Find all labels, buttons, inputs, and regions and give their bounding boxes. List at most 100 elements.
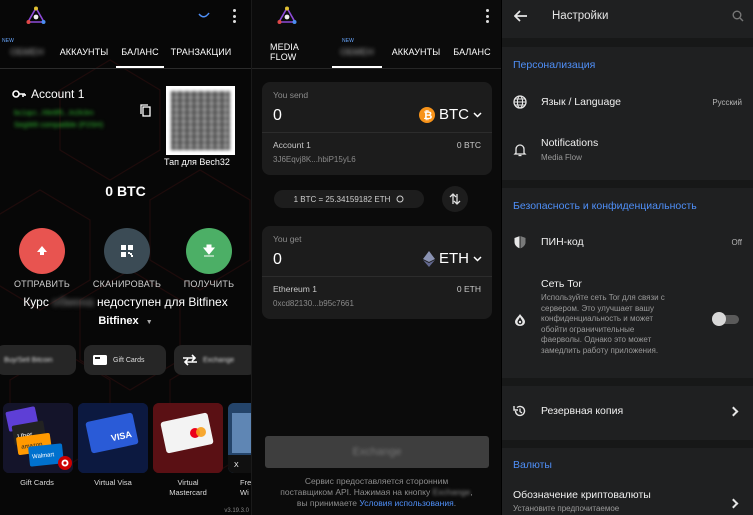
new-badge: NEW — [342, 38, 354, 44]
globe-icon — [513, 95, 527, 109]
tor-desc-line-5: фаерволы. Однако это может — [541, 335, 652, 344]
qr-code-image — [171, 91, 230, 150]
wallet-balance-screen: NEW ОБМЕН АККАУНТЫ БАЛАНС ТРАНЗАКЦИИ Acc… — [0, 0, 251, 515]
virtual-mastercard-card[interactable] — [153, 403, 223, 473]
tab-balance[interactable]: БАЛАНС — [450, 36, 494, 68]
exchange-rate-pill: 1 BTC = 25.34159182 ETH — [274, 190, 424, 208]
pin-setting[interactable]: ПИН-код Off — [502, 224, 753, 260]
settings-title: Настройки — [552, 10, 609, 22]
tor-toggle[interactable] — [712, 312, 739, 326]
exchange-tabs: MEDIA FLOW NEW ОБМЕН АККАУНТЫ БАЛАНС — [252, 36, 501, 68]
send-amount-input[interactable]: 0 — [273, 107, 282, 125]
section-currencies: Валюты — [513, 459, 552, 471]
section-personalization: Персонализация — [513, 59, 596, 71]
terms-line-3-text: вы принимаете — [296, 498, 357, 508]
get-account-balance: 0 ETH — [456, 284, 481, 294]
app-version: v3.19.3.0 — [224, 508, 249, 514]
language-label: Язык / Language — [541, 96, 622, 108]
notifications-sub: Media Flow — [541, 153, 582, 162]
tab-exchange[interactable]: NEW ОБМЕН — [332, 36, 382, 68]
send-label: You send — [273, 90, 309, 100]
gift-cards-image: Uber amazon Walmart — [3, 403, 73, 473]
send-account-name: Account 1 — [273, 140, 311, 150]
tor-desc-line-1: Используйте сеть Tor для связи с — [541, 293, 665, 302]
exchange-button[interactable]: Exchange — [265, 436, 489, 468]
section-security: Безопасность и конфиденциальность — [513, 200, 697, 212]
tab-transactions[interactable]: ТРАНЗАКЦИИ — [168, 36, 234, 68]
key-icon — [12, 90, 26, 98]
wallet-address[interactable]: bc1qcr...hfe9f5...ln2k3m SegWit compatib… — [14, 108, 103, 129]
exchange-pill-label: Exchange — [203, 356, 235, 364]
tor-setting[interactable]: Сеть Tor Используйте сеть Tor для связи … — [502, 270, 753, 368]
notifications-setting[interactable]: Notifications Media Flow — [502, 128, 753, 170]
buy-sell-pill[interactable]: Buy/Sell Bitcoin — [0, 345, 76, 375]
chevron-down-icon — [473, 255, 482, 262]
tab-exchange[interactable]: NEW ОБМЕН — [2, 36, 52, 68]
ethereum-icon — [423, 250, 435, 267]
qr-caption[interactable]: Тап для Bech32 — [164, 157, 230, 167]
back-arrow-icon[interactable] — [514, 10, 528, 22]
send-icon — [37, 246, 47, 255]
exchange-arrows-icon — [183, 354, 197, 366]
app-logo-icon — [26, 6, 46, 24]
tor-desc-line-2: сервером. Это улучшает вашу — [541, 303, 654, 313]
tab-balance[interactable]: БАЛАНС — [116, 36, 164, 68]
notifications-label: Notifications — [541, 137, 599, 149]
send-account-address: 3J6Eqvj8K...hbiP15yL6 — [273, 155, 356, 164]
virtual-visa-label: Virtual Visa — [94, 478, 132, 487]
shield-icon — [514, 236, 526, 249]
crypto-denomination-setting[interactable]: Обозначение криптовалюты Установите пред… — [502, 482, 753, 515]
terms-comma: , — [470, 487, 473, 497]
scan-button[interactable] — [104, 228, 150, 274]
get-divider — [262, 276, 492, 277]
address-type-text: SegWit compatible (P2SH) — [14, 120, 104, 129]
visa-card-image: VISA — [78, 403, 148, 473]
receive-icon — [202, 244, 216, 257]
get-account-address: 0xcd82130...b95c7661 — [273, 299, 354, 308]
language-setting[interactable]: Язык / Language Русский — [502, 84, 753, 122]
tab-media-flow[interactable]: MEDIA FLOW — [270, 36, 326, 68]
qr-code[interactable] — [166, 86, 235, 155]
pin-label: ПИН-код — [541, 236, 584, 248]
get-amount-input[interactable]: 0 — [273, 251, 282, 269]
gift-cards-pill[interactable]: Gift Cards — [84, 345, 166, 375]
backup-setting[interactable]: Резервная копия — [502, 394, 753, 430]
receive-button[interactable] — [186, 228, 232, 274]
language-value: Русский — [712, 98, 742, 107]
tabs-divider — [0, 68, 251, 69]
get-coin-selector[interactable]: ETH — [423, 250, 482, 267]
tab-accounts[interactable]: АККАУНТЫ — [56, 36, 112, 68]
section-separator — [502, 180, 753, 188]
copy-icon[interactable] — [140, 104, 151, 117]
top-bar — [0, 0, 251, 32]
app-logo-icon — [277, 6, 297, 24]
gift-cards-card[interactable]: Uber amazon Walmart — [3, 403, 73, 473]
new-badge: NEW — [2, 38, 14, 44]
overflow-menu-icon[interactable] — [232, 9, 236, 23]
free-wifi-label: Fre Wi — [240, 478, 251, 497]
wallet-address-text: bc1qcr...hfe9f5...ln2k3m — [14, 108, 94, 117]
exchange-pill[interactable]: Exchange — [174, 345, 251, 375]
settings-top-bar: Настройки — [502, 0, 753, 36]
terms-of-use-link[interactable]: Условия использования — [359, 498, 453, 508]
send-button[interactable] — [19, 228, 65, 274]
search-icon[interactable] — [732, 10, 744, 22]
swap-button[interactable] — [442, 186, 468, 212]
terms-button-name: Exchange — [432, 487, 471, 497]
exchange-button-label: Exchange — [352, 446, 402, 458]
terms-line-2: поставщиком API. Нажимая на кнопку Excha… — [262, 487, 491, 498]
send-coin-selector[interactable]: ₿ BTC — [419, 106, 482, 123]
free-wifi-card[interactable]: X — [228, 403, 251, 473]
tab-accounts[interactable]: АККАУНТЫ — [388, 36, 444, 68]
section-separator — [502, 378, 753, 386]
rate-source-dropdown[interactable]: Bitfinex ▼ — [0, 315, 251, 327]
overflow-menu-icon[interactable] — [485, 9, 489, 23]
section-separator — [502, 440, 753, 448]
wifi-card-image: X — [228, 403, 251, 473]
terms-notice: Сервис предоставляется сторонним поставщ… — [262, 476, 491, 509]
account-header[interactable]: Account 1 — [12, 87, 84, 101]
account-name: Account 1 — [31, 87, 85, 101]
send-coin-label: BTC — [439, 106, 469, 123]
tor-label: Сеть Tor — [541, 278, 582, 290]
virtual-visa-card[interactable]: VISA — [78, 403, 148, 473]
